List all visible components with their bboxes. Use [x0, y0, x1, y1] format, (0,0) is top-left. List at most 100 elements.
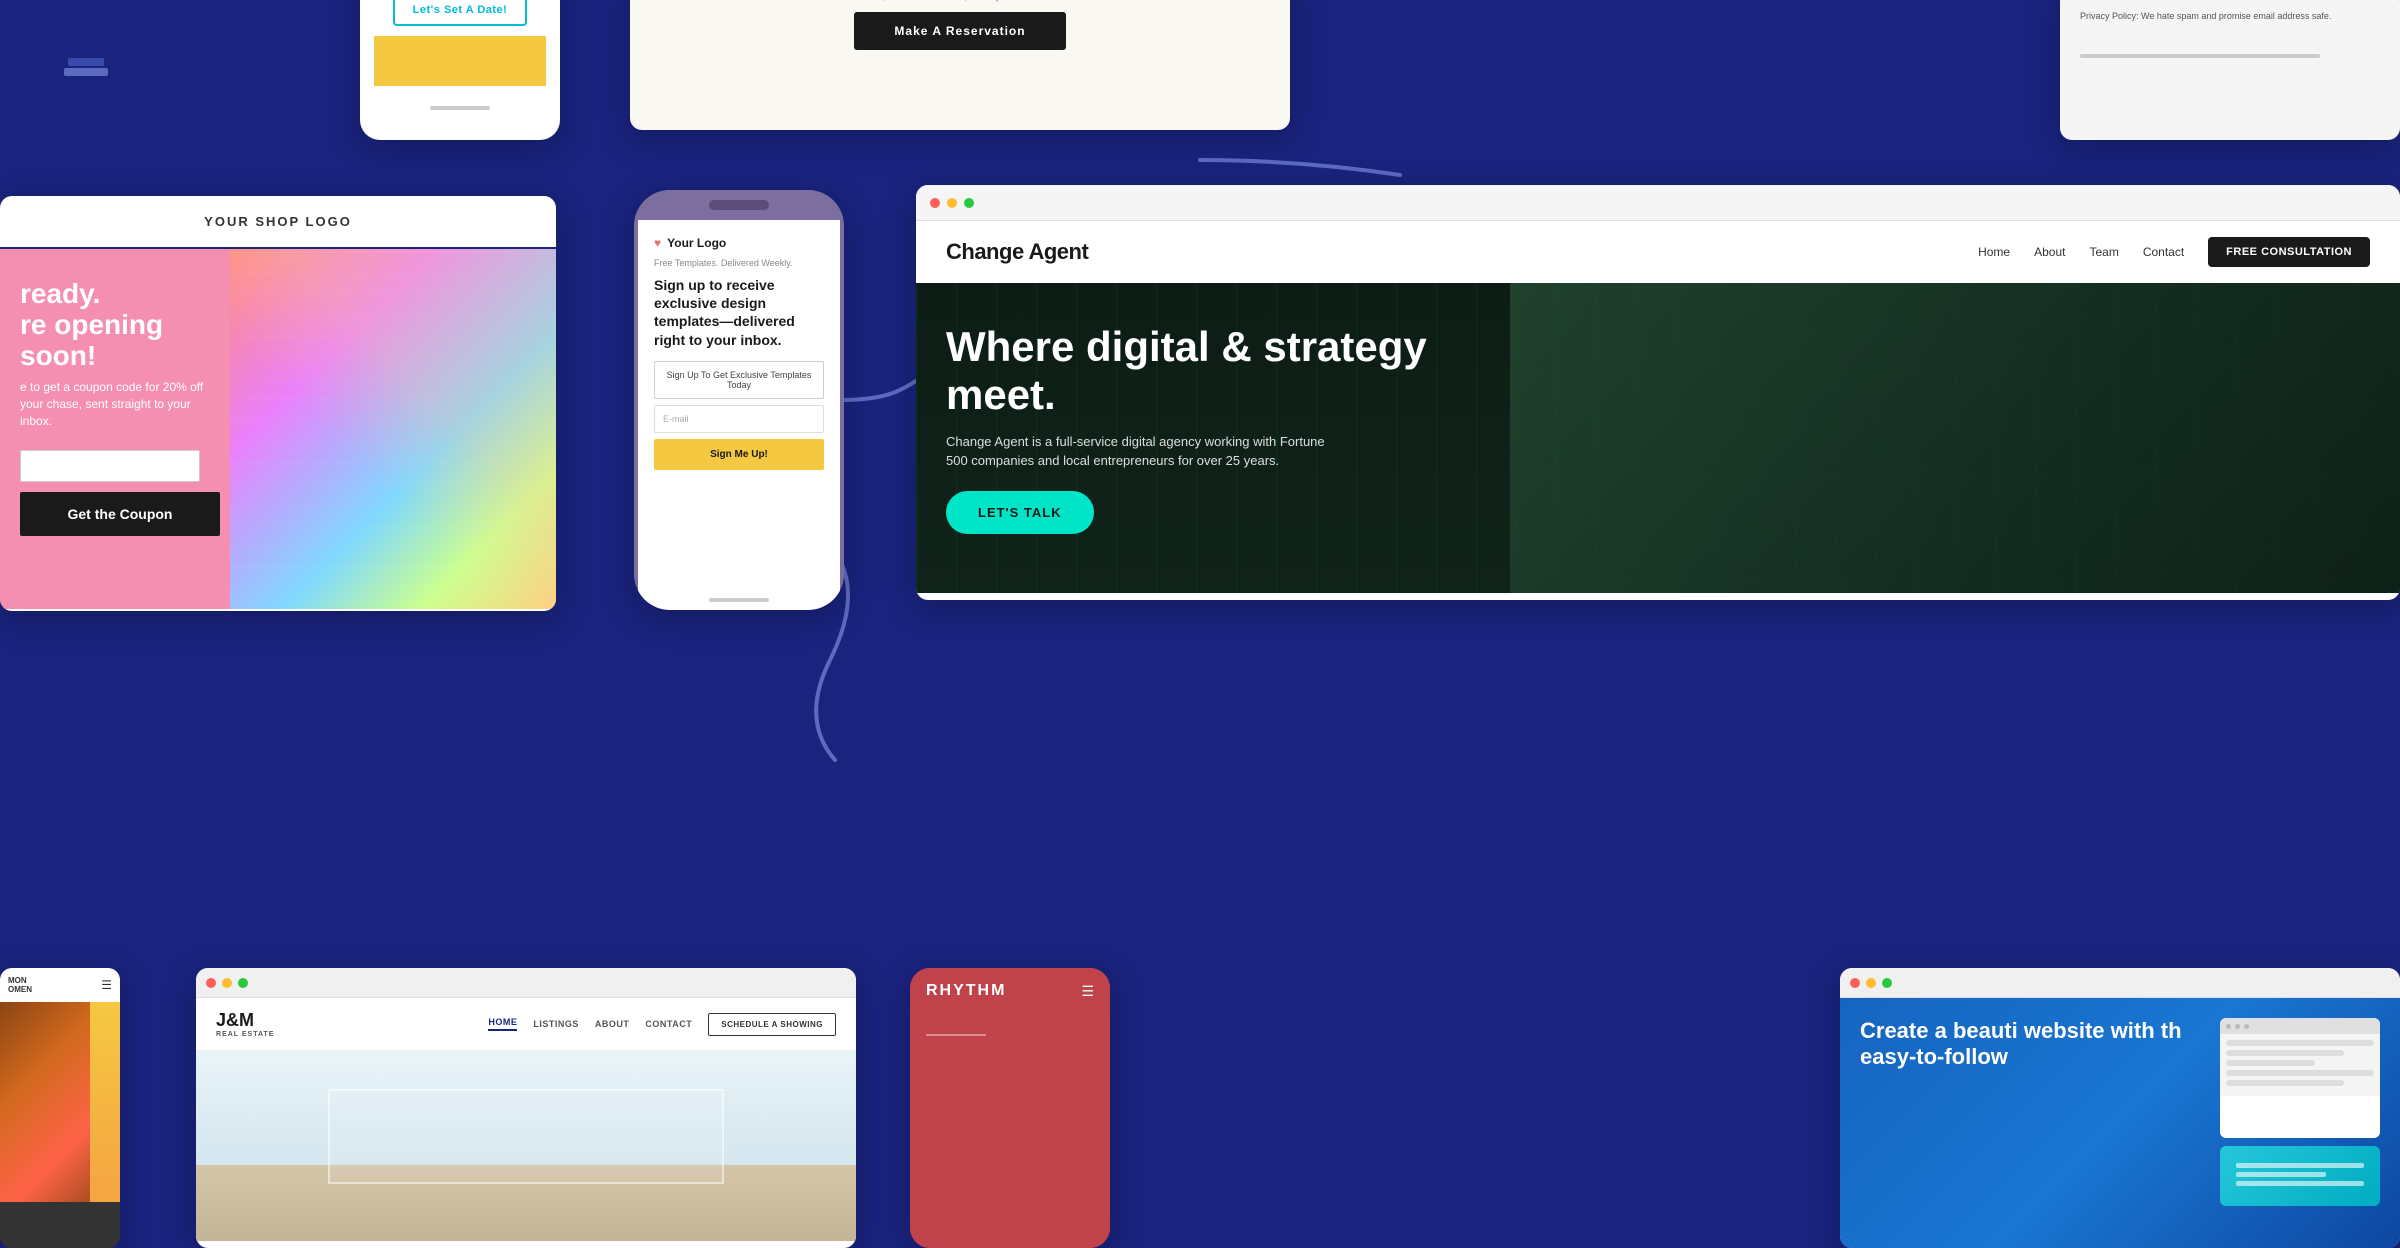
free-consultation-button[interactable]: FREE CONSULTATION: [2208, 237, 2370, 267]
change-agent-hero: Where digital & strategy meet. Change Ag…: [916, 283, 2400, 593]
shop-title-1: ready.: [20, 279, 210, 310]
mobile-form-cta[interactable]: Sign Up To Get Exclusive Templates Today: [654, 361, 824, 399]
browser-dot-minimize[interactable]: [947, 198, 957, 208]
mockup-line-4: [2226, 1070, 2374, 1076]
shop-content: ready. re opening soon! e to get a coupo…: [0, 249, 556, 609]
teal-line-1: [2236, 1163, 2364, 1168]
rhythm-menu-icon[interactable]: ☰: [1081, 983, 1094, 1000]
rhythm-logo: RHYTHM: [926, 982, 1006, 1000]
restaurant-address: 311 JEWELL ROAD, SAINT PAUL, MN | MON - …: [770, 0, 1150, 2]
mobile-notch: [709, 200, 769, 210]
realestate-content: [196, 1051, 856, 1241]
card-privacy: Privacy Policy: We hate spam and promise…: [2060, 0, 2400, 140]
shop-email-input[interactable]: [20, 450, 200, 482]
mockup-dot-3: [2244, 1024, 2249, 1029]
mobile-home-bar: [430, 106, 490, 110]
re-browser-bar: [196, 968, 856, 998]
teal-line-2: [2236, 1172, 2326, 1177]
mobile-sign-up-button[interactable]: Sign Me Up!: [654, 439, 824, 470]
re-dot-close[interactable]: [206, 978, 216, 988]
browser-dot-expand[interactable]: [964, 198, 974, 208]
re-dot-minimize[interactable]: [222, 978, 232, 988]
card-shop: YOUR SHOP LOGO ready. re opening soon! e…: [0, 196, 556, 611]
mockup-line-2: [2226, 1050, 2344, 1056]
make-reservation-button[interactable]: Make A Reservation: [854, 12, 1065, 50]
hero-content: Where digital & strategy meet. Change Ag…: [946, 323, 1446, 534]
food-logo: MONOMEN: [8, 976, 32, 994]
create-browser-mockup: [2220, 1018, 2380, 1138]
shop-logo: YOUR SHOP LOGO: [18, 214, 538, 229]
hamburger-menu-icon[interactable]: ☰: [101, 978, 112, 992]
create-dot-expand[interactable]: [1882, 978, 1892, 988]
schedule-showing-button[interactable]: SCHEDULE A SHOWING: [708, 1013, 836, 1036]
mobile-bottom-bar: [638, 580, 840, 610]
mobile-tagline: Free Templates. Delivered Weekly.: [654, 258, 824, 268]
fashion-overlay: [230, 249, 556, 609]
realestate-brand-block: J&M REAL ESTATE: [216, 1010, 274, 1038]
mockup-browser-body: [2220, 1034, 2380, 1096]
nav-link-home[interactable]: Home: [1978, 245, 2010, 259]
mobile-logo-row: ♥ Your Logo: [654, 236, 824, 250]
re-nav-contact[interactable]: CONTACT: [645, 1019, 692, 1029]
re-nav-about[interactable]: ABOUT: [595, 1019, 630, 1029]
mobile-home-indicator: [709, 598, 769, 602]
realestate-brand-sub: REAL ESTATE: [216, 1031, 274, 1038]
realestate-nav-links: HOME LISTINGS ABOUT CONTACT SCHEDULE A S…: [488, 1013, 836, 1036]
get-coupon-button[interactable]: Get the Coupon: [20, 492, 220, 536]
leadpages-logo: Leadpages: [60, 40, 316, 83]
teal-image-block: [2220, 1146, 2380, 1206]
yellow-block: [374, 36, 546, 86]
mockup-browser-top: [2220, 1018, 2380, 1034]
card-realestate: J&M REAL ESTATE HOME LISTINGS ABOUT CONT…: [196, 968, 856, 1248]
hero-title: Where digital & strategy meet.: [946, 323, 1446, 420]
card-mobile-date: Let's Set A Date!: [360, 0, 560, 140]
mockup-dot-1: [2226, 1024, 2231, 1029]
shop-fashion-image: [230, 249, 556, 609]
create-dot-close[interactable]: [1850, 978, 1860, 988]
browser-dot-close[interactable]: [930, 198, 940, 208]
re-nav-home[interactable]: HOME: [488, 1017, 517, 1031]
create-dot-minimize[interactable]: [1866, 978, 1876, 988]
card-create: Create a beauti website with th easy-to-…: [1840, 968, 2400, 1248]
leadpages-icon: [60, 42, 112, 82]
mockup-line-1: [2226, 1040, 2374, 1046]
change-agent-nav: Change Agent Home About Team Contact FRE…: [916, 221, 2400, 283]
teal-lines: [2236, 1163, 2364, 1190]
shop-left-panel: ready. re opening soon! e to get a coupo…: [0, 249, 230, 609]
logo-text: Leadpages: [126, 40, 316, 83]
room-wall-detail: [328, 1089, 724, 1184]
mobile-email-input[interactable]: E-mail: [654, 405, 824, 433]
change-agent-brand: Change Agent: [946, 239, 1088, 265]
nav-link-about[interactable]: About: [2034, 245, 2065, 259]
nav-link-contact[interactable]: Contact: [2143, 245, 2184, 259]
lets-set-date-button[interactable]: Let's Set A Date!: [393, 0, 528, 26]
heart-icon: ♥: [654, 236, 661, 250]
food-header: MONOMEN ☰: [0, 968, 120, 1002]
rhythm-content: [910, 1034, 1110, 1248]
card-mobile-templates: ♥ Your Logo Free Templates. Delivered We…: [634, 190, 844, 610]
restaurant-content: 311 JEWELL ROAD, SAINT PAUL, MN | MON - …: [630, 0, 1290, 70]
privacy-text: Privacy Policy: We hate spam and promise…: [2080, 10, 2380, 24]
re-nav-listings[interactable]: LISTINGS: [533, 1019, 579, 1029]
rhythm-header: RHYTHM ☰: [910, 968, 1110, 1014]
mobile-date-content: Let's Set A Date!: [360, 0, 560, 100]
nav-link-team[interactable]: Team: [2089, 245, 2118, 259]
mockup-line-3: [2226, 1060, 2315, 1066]
food-image: [0, 1002, 120, 1202]
card-rhythm: RHYTHM ☰: [910, 968, 1110, 1248]
create-text-column: Create a beauti website with th easy-to-…: [1860, 1018, 2200, 1071]
card-food: MONOMEN ☰: [0, 968, 120, 1248]
create-image-column: [2220, 1018, 2380, 1206]
browser-toolbar: [916, 185, 2400, 221]
create-browser-bar: [1840, 968, 2400, 998]
hero-description: Change Agent is a full-service digital a…: [946, 432, 1346, 471]
realestate-brand: J&M: [216, 1010, 254, 1030]
change-agent-nav-links: Home About Team Contact FREE CONSULTATIO…: [1978, 237, 2370, 267]
lets-talk-button[interactable]: LET'S TALK: [946, 491, 1094, 534]
room-background: [196, 1051, 856, 1241]
rhythm-divider: [926, 1034, 986, 1036]
mockup-line-5: [2226, 1080, 2344, 1086]
create-headline: Create a beauti website with th easy-to-…: [1860, 1018, 2200, 1071]
re-dot-expand[interactable]: [238, 978, 248, 988]
card-restaurant: 311 JEWELL ROAD, SAINT PAUL, MN | MON - …: [630, 0, 1290, 130]
